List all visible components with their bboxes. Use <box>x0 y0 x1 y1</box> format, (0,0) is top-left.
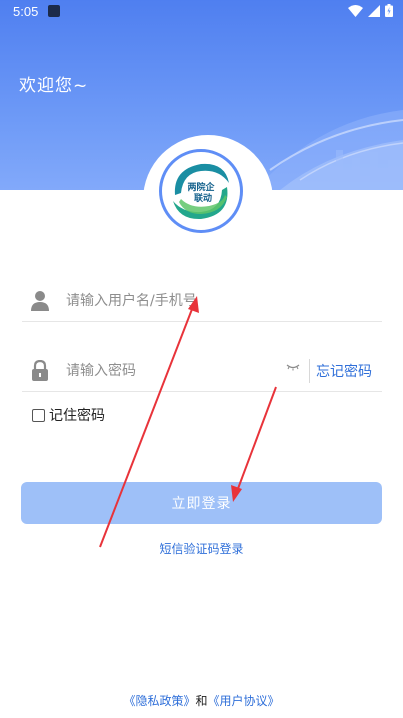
status-icons <box>348 4 393 17</box>
logo-text-line2: 联动 <box>194 192 212 204</box>
app-logo: 两院企 联动 <box>159 149 243 233</box>
battery-icon <box>385 4 393 17</box>
username-input[interactable] <box>66 288 366 314</box>
agreement-footer: 《隐私政策》和《用户协议》 <box>0 692 403 709</box>
logo-emblem-icon: 两院企 联动 <box>170 160 232 222</box>
status-time: 5:05 <box>13 4 39 19</box>
agreement-conjunction: 和 <box>195 694 208 708</box>
privacy-policy-link[interactable]: 《隐私政策》 <box>123 694 195 708</box>
username-field <box>22 280 382 322</box>
status-bar: 5:05 <box>0 0 403 24</box>
eye-closed-icon[interactable] <box>286 362 300 372</box>
login-screen: 5:05 欢迎您~ 两院企 联动 请输入用户名/手机号 忘记密码 记住密码 立即… <box>0 0 403 718</box>
lock-icon <box>32 360 48 381</box>
sms-login-wrapper: 短信验证码登录 <box>0 540 403 557</box>
forgot-password-link[interactable]: 忘记密码 <box>316 361 372 381</box>
password-input[interactable] <box>66 358 296 384</box>
signal-icon <box>368 4 380 17</box>
user-icon <box>31 291 49 311</box>
field-divider <box>309 359 310 383</box>
remember-password-checkbox[interactable] <box>32 408 45 422</box>
welcome-greeting: 欢迎您~ <box>19 76 89 96</box>
login-button[interactable]: 立即登录 <box>21 482 382 524</box>
user-agreement-link[interactable]: 《用户协议》 <box>208 694 280 708</box>
sms-login-link[interactable]: 短信验证码登录 <box>159 542 243 556</box>
remember-password-option[interactable]: 记住密码 <box>32 405 105 425</box>
remember-password-label: 记住密码 <box>49 408 105 424</box>
notification-app-icon <box>48 5 60 17</box>
logo-text-line1: 两院企 <box>187 181 215 193</box>
wifi-icon <box>348 4 363 17</box>
password-field: 忘记密码 <box>22 350 382 392</box>
